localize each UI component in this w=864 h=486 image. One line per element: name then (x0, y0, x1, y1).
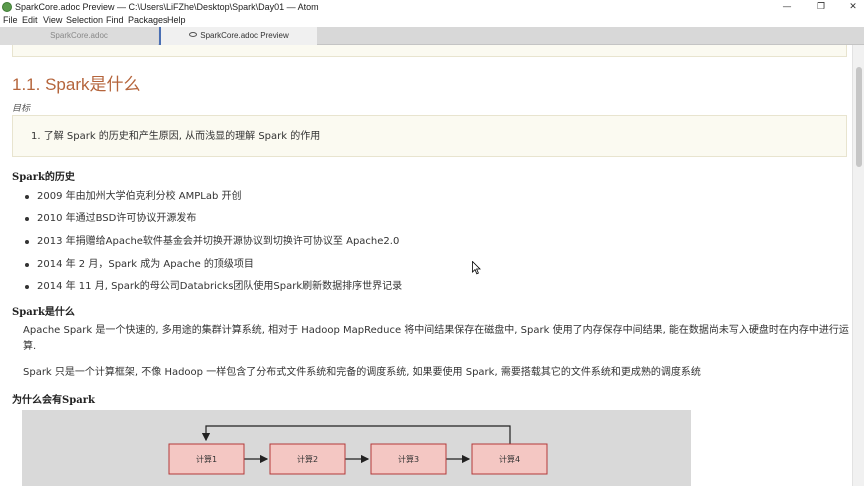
flow-node-label: 计算2 (297, 454, 318, 464)
bullet-icon (25, 217, 29, 221)
what-heading: Spark是什么 (12, 307, 75, 318)
goal-item: 1. 了解 Spark 的历史和产生原因, 从而浅显的理解 Spark 的作用 (31, 131, 321, 142)
tab-label: SparkCore.adoc Preview (200, 31, 289, 40)
minimize-icon[interactable]: — (772, 0, 802, 14)
feedback-arrow (201, 425, 511, 445)
menu-edit[interactable]: Edit (22, 14, 38, 27)
previous-note-box (12, 45, 847, 57)
menu-help[interactable]: Help (167, 14, 186, 27)
window-title: SparkCore.adoc Preview — C:\Users\LiFZhe… (15, 2, 319, 12)
section-title: 1.1. Spark是什么 (12, 75, 141, 94)
menu-view[interactable]: View (43, 14, 62, 27)
paragraph-line: Apache Spark 是一个快速的, 多用途的集群计算系统, 相对于 Had… (23, 325, 849, 336)
scrollbar-thumb[interactable] (856, 67, 862, 167)
what-paragraph-2: Spark 只是一个计算框架, 不像 Hadoop 一样包含了分布式文件系统和完… (23, 367, 701, 378)
bullet-icon (25, 195, 29, 199)
vertical-scrollbar[interactable] (852, 45, 864, 486)
list-item: 2013 年捐赠给Apache软件基金会并切换开源协议到切换许可协议至 Apac… (37, 236, 400, 247)
menu-selection[interactable]: Selection (66, 14, 103, 27)
menu-file[interactable]: File (3, 14, 18, 27)
flow-node-label: 计算4 (499, 454, 520, 464)
bullet-icon (25, 285, 29, 289)
flow-node-label: 计算1 (196, 454, 217, 464)
why-heading: 为什么会有Spark (12, 395, 95, 406)
title-bar: SparkCore.adoc Preview — C:\Users\LiFZhe… (0, 0, 864, 14)
tab-label: SparkCore.adoc (50, 31, 108, 40)
paragraph-line: 算. (23, 341, 37, 352)
mouse-cursor-icon (472, 261, 481, 275)
menu-bar: File Edit View Selection Find Packages H… (0, 14, 864, 27)
flow-diagram: 计算1 计算2 计算3 计算4 (22, 410, 691, 486)
goal-box: 1. 了解 Spark 的历史和产生原因, 从而浅显的理解 Spark 的作用 (12, 115, 847, 157)
what-paragraph-1: Apache Spark 是一个快速的, 多用途的集群计算系统, 相对于 Had… (23, 323, 849, 355)
tab-sparkcore-adoc[interactable]: SparkCore.adoc (0, 27, 158, 45)
bullet-icon (25, 263, 29, 267)
preview-pane[interactable]: 1.1. Spark是什么 目标 1. 了解 Spark 的历史和产生原因, 从… (0, 45, 852, 486)
close-icon[interactable]: ✕ (838, 0, 864, 14)
maximize-icon[interactable]: ❐ (806, 0, 836, 14)
goal-label: 目标 (12, 103, 31, 113)
list-item: 2014 年 11 月, Spark的母公司Databricks团队使用Spar… (37, 281, 403, 292)
menu-find[interactable]: Find (106, 14, 124, 27)
flow-node-label: 计算3 (398, 454, 419, 464)
tab-sparkcore-preview[interactable]: SparkCore.adoc Preview (159, 27, 317, 45)
list-item: 2009 年由加州大学伯克利分校 AMPLab 开创 (37, 191, 242, 202)
flow-diagram-svg: 计算1 计算2 计算3 计算4 (168, 425, 548, 475)
history-heading: Spark的历史 (12, 172, 75, 183)
list-item: 2014 年 2 月，Spark 成为 Apache 的顶级项目 (37, 259, 254, 270)
list-item: 2010 年通过BSD许可协议开源发布 (37, 213, 197, 224)
bullet-icon (25, 240, 29, 244)
tab-bar: SparkCore.adoc SparkCore.adoc Preview (0, 27, 864, 45)
menu-packages[interactable]: Packages (128, 14, 168, 27)
eye-icon (189, 32, 198, 37)
atom-icon (2, 2, 12, 12)
